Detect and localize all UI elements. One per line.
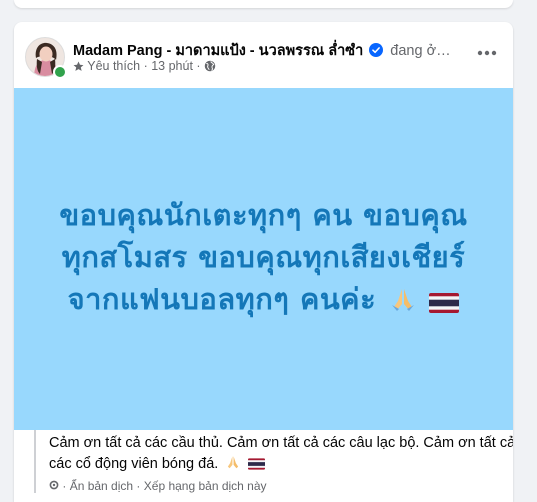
favorites-label[interactable]: Yêu thích xyxy=(87,59,140,73)
more-horizontal-icon xyxy=(477,43,497,61)
meta-separator-2: · xyxy=(196,59,201,73)
translate-gear-icon xyxy=(49,479,62,493)
globe-icon[interactable] xyxy=(204,59,216,73)
banner-line-3: จากแฟนบอลทุกๆ คนค่ะ xyxy=(67,282,377,317)
translation-block: Cảm ơn tất cả các cầu thủ. Cảm ơn tất cả… xyxy=(34,430,513,493)
banner-line-3-wrapper: จากแฟนบอลทุกๆ คนค่ะ xyxy=(34,278,494,324)
link-separator: · xyxy=(62,479,67,493)
more-options-button[interactable] xyxy=(473,38,501,66)
translated-text-content: Cảm ơn tất cả các cầu thủ. Cảm ơn tất cả… xyxy=(49,435,513,472)
translated-text: Cảm ơn tất cả các cầu thủ. Cảm ơn tất cả… xyxy=(49,433,513,477)
author-status: đang ở… xyxy=(390,43,451,59)
banner-line-2: ทุกสโมสร ขอบคุณทุกเสียงเชียร์ xyxy=(61,239,466,274)
meta-separator: · xyxy=(143,59,148,73)
verified-badge-icon xyxy=(369,43,384,61)
banner-line-1: ขอบคุณนักเตะทุกๆ คน ขอบคุณ xyxy=(59,197,468,232)
post-timestamp[interactable]: 13 phút xyxy=(151,59,193,73)
thailand-flag-icon xyxy=(429,282,460,324)
post-card: Madam Pang - มาดามแป้ง - นวลพรรณ ล่ำซำ đ… xyxy=(14,22,513,502)
previous-post-edge xyxy=(0,0,537,14)
post-header: Madam Pang - มาดามแป้ง - นวลพรรณ ล่ำซำ đ… xyxy=(14,22,513,88)
star-icon xyxy=(73,59,87,73)
link-separator-2: · xyxy=(136,479,141,493)
rate-translation-link[interactable]: Xếp hạng bản dịch này xyxy=(144,479,267,493)
online-status-indicator xyxy=(53,65,67,79)
hide-translation-link[interactable]: Ẩn bản dịch xyxy=(70,479,133,493)
thailand-flag-small-icon xyxy=(248,456,266,477)
author-name[interactable]: Madam Pang - มาดามแป้ง - นวลพรรณ ล่ำซำ xyxy=(73,43,363,59)
banner-text: ขอบคุณนักเตะทุกๆ คน ขอบคุณ ทุกสโมสร ขอบค… xyxy=(34,194,494,324)
post-meta: Yêu thích · 13 phút · xyxy=(73,59,216,73)
translation-links: · Ẩn bản dịch · Xếp hạng bản dịch này xyxy=(49,479,513,493)
status-background-banner: ขอบคุณนักเตะทุกๆ คน ขอบคุณ ทุกสโมสร ขอบค… xyxy=(14,88,513,430)
folded-hands-small-icon xyxy=(225,454,241,477)
folded-hands-emoji-icon xyxy=(389,282,417,324)
